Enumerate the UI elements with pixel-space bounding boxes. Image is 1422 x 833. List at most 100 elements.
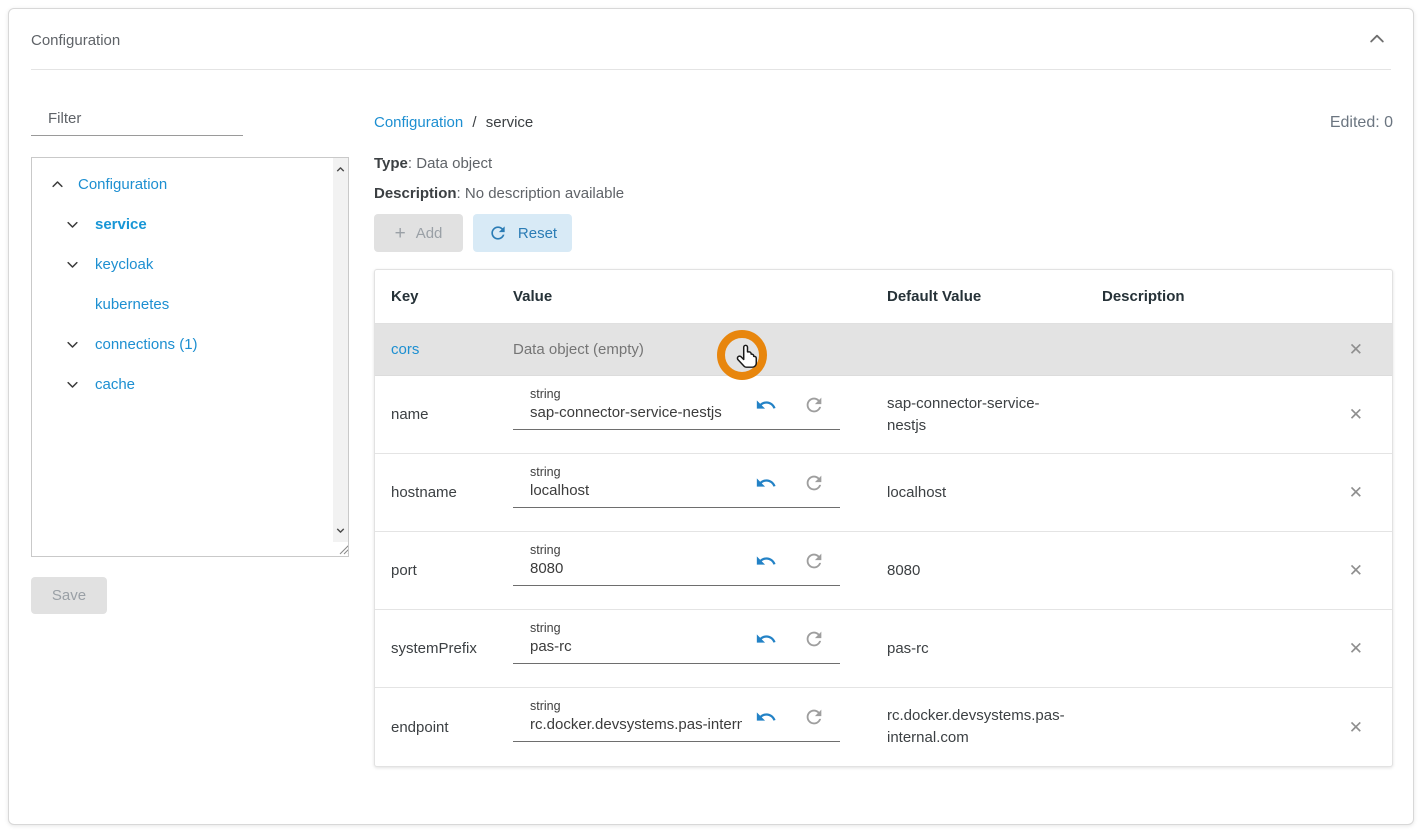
breadcrumb-current: service bbox=[486, 114, 534, 131]
row-key-label: hostname bbox=[391, 484, 457, 501]
description-label: Description bbox=[374, 185, 457, 202]
undo-icon[interactable] bbox=[755, 472, 777, 494]
row-key-cell: systemPrefix bbox=[375, 610, 513, 687]
refresh-icon[interactable] bbox=[803, 628, 825, 650]
tree-item-label[interactable]: kubernetes bbox=[95, 296, 169, 313]
row-close-cell: ✕ bbox=[1330, 532, 1392, 609]
chevron-down-icon[interactable] bbox=[64, 256, 80, 272]
edited-counter: Edited: 0 bbox=[1330, 114, 1393, 132]
value-input[interactable] bbox=[530, 560, 742, 577]
value-type-label: string bbox=[530, 699, 840, 714]
reset-button-label: Reset bbox=[518, 225, 557, 242]
reset-icon bbox=[488, 223, 508, 243]
row-close-cell: ✕ bbox=[1330, 324, 1392, 375]
delete-row-icon[interactable]: ✕ bbox=[1349, 484, 1363, 501]
value-field: string bbox=[513, 621, 840, 664]
panel-title: Configuration bbox=[31, 32, 120, 49]
add-button-label: Add bbox=[416, 225, 443, 242]
value-type-label: string bbox=[530, 465, 840, 480]
value-type-label: string bbox=[530, 543, 840, 558]
reset-button[interactable]: Reset bbox=[473, 214, 572, 252]
tree-item-kubernetes[interactable]: kubernetes bbox=[32, 284, 348, 324]
delete-row-icon[interactable]: ✕ bbox=[1349, 341, 1363, 358]
type-line: Type: Data object bbox=[374, 155, 1393, 172]
value-type-label: string bbox=[530, 387, 840, 402]
undo-icon[interactable] bbox=[755, 550, 777, 572]
description-value: No description available bbox=[465, 185, 624, 202]
tree-scrollbar[interactable] bbox=[333, 158, 348, 542]
row-description bbox=[1102, 610, 1330, 687]
value-input[interactable] bbox=[530, 716, 742, 733]
row-default-value: 8080 bbox=[887, 532, 1102, 609]
delete-row-icon[interactable]: ✕ bbox=[1349, 562, 1363, 579]
row-key-cell: name bbox=[375, 376, 513, 453]
table-header-row: Key Value Default Value Description bbox=[375, 270, 1392, 324]
delete-row-icon[interactable]: ✕ bbox=[1349, 406, 1363, 423]
scroll-up-icon[interactable] bbox=[334, 163, 347, 176]
save-button[interactable]: Save bbox=[31, 577, 107, 614]
refresh-icon[interactable] bbox=[803, 472, 825, 494]
row-default-value: rc.docker.devsystems.pas-internal.com bbox=[887, 688, 1102, 766]
description-line: Description: No description available bbox=[374, 185, 1393, 202]
value-input[interactable] bbox=[530, 404, 742, 421]
refresh-icon[interactable] bbox=[803, 550, 825, 572]
column-header-description: Description bbox=[1102, 270, 1330, 323]
row-key-cell: cors bbox=[375, 324, 513, 375]
tree-leaf-spacer bbox=[64, 296, 80, 312]
tree-item-service[interactable]: service bbox=[32, 204, 348, 244]
resize-grip-icon[interactable] bbox=[336, 541, 349, 555]
tree-item-label[interactable]: cache bbox=[95, 376, 135, 393]
row-close-cell: ✕ bbox=[1330, 688, 1392, 766]
tree-item-connections-1-[interactable]: connections (1) bbox=[32, 324, 348, 364]
configuration-tree: Configuration service keycloak kubernetes co… bbox=[31, 157, 349, 557]
refresh-icon[interactable] bbox=[803, 394, 825, 416]
type-label: Type bbox=[374, 155, 408, 172]
chevron-down-icon[interactable] bbox=[64, 376, 80, 392]
row-close-cell: ✕ bbox=[1330, 454, 1392, 531]
add-button[interactable]: + Add bbox=[374, 214, 463, 252]
undo-icon[interactable] bbox=[755, 706, 777, 728]
column-header-value: Value bbox=[513, 270, 887, 323]
filter-input[interactable] bbox=[31, 108, 243, 136]
table-row-name: name string sap-connector-service-nestjs ✕ bbox=[375, 376, 1392, 454]
column-header-key: Key bbox=[375, 270, 513, 323]
tree-item-cache[interactable]: cache bbox=[32, 364, 348, 404]
default-value-text: pas-rc bbox=[887, 638, 929, 660]
row-key-link[interactable]: cors bbox=[391, 341, 419, 358]
value-input[interactable] bbox=[530, 482, 742, 499]
value-field: string bbox=[513, 543, 840, 586]
properties-table: Key Value Default Value Description cors… bbox=[374, 269, 1393, 767]
value-input[interactable] bbox=[530, 638, 742, 655]
table-row-port: portstring8080✕ bbox=[375, 532, 1392, 610]
default-value-text: localhost bbox=[887, 482, 946, 504]
row-description bbox=[1102, 454, 1330, 531]
tree-item-label[interactable]: Configuration bbox=[78, 176, 167, 193]
tree-item-label[interactable]: keycloak bbox=[95, 256, 153, 273]
row-value-cell: string bbox=[513, 688, 887, 766]
chevron-down-icon[interactable] bbox=[64, 216, 80, 232]
scroll-down-icon[interactable] bbox=[334, 524, 347, 537]
table-row-systemPrefix: systemPrefix string pas-rc ✕ bbox=[375, 610, 1392, 688]
default-value-text: sap-connector-service-nestjs bbox=[887, 393, 1057, 437]
row-key-label: systemPrefix bbox=[391, 640, 477, 657]
refresh-icon[interactable] bbox=[803, 706, 825, 728]
breadcrumb-link-configuration[interactable]: Configuration bbox=[374, 114, 463, 131]
breadcrumb: Configuration / service bbox=[374, 114, 533, 131]
row-value-cell: string bbox=[513, 610, 887, 687]
row-key-label: name bbox=[391, 406, 429, 423]
tree-item-label[interactable]: service bbox=[95, 216, 147, 233]
chevron-down-icon[interactable] bbox=[64, 336, 80, 352]
undo-icon[interactable] bbox=[755, 628, 777, 650]
undo-icon[interactable] bbox=[755, 394, 777, 416]
column-header-default-value: Default Value bbox=[887, 270, 1102, 323]
delete-row-icon[interactable]: ✕ bbox=[1349, 640, 1363, 657]
collapse-panel-icon[interactable] bbox=[1367, 29, 1387, 49]
breadcrumb-separator: / bbox=[472, 114, 476, 131]
chevron-up-icon[interactable] bbox=[49, 176, 65, 192]
sidebar: Configuration service keycloak kubernetes co… bbox=[9, 70, 366, 824]
tree-item-label[interactable]: connections (1) bbox=[95, 336, 198, 353]
table-row-cors: corsData object (empty)✕ bbox=[375, 324, 1392, 376]
delete-row-icon[interactable]: ✕ bbox=[1349, 719, 1363, 736]
tree-item-configuration[interactable]: Configuration bbox=[32, 164, 348, 204]
tree-item-keycloak[interactable]: keycloak bbox=[32, 244, 348, 284]
